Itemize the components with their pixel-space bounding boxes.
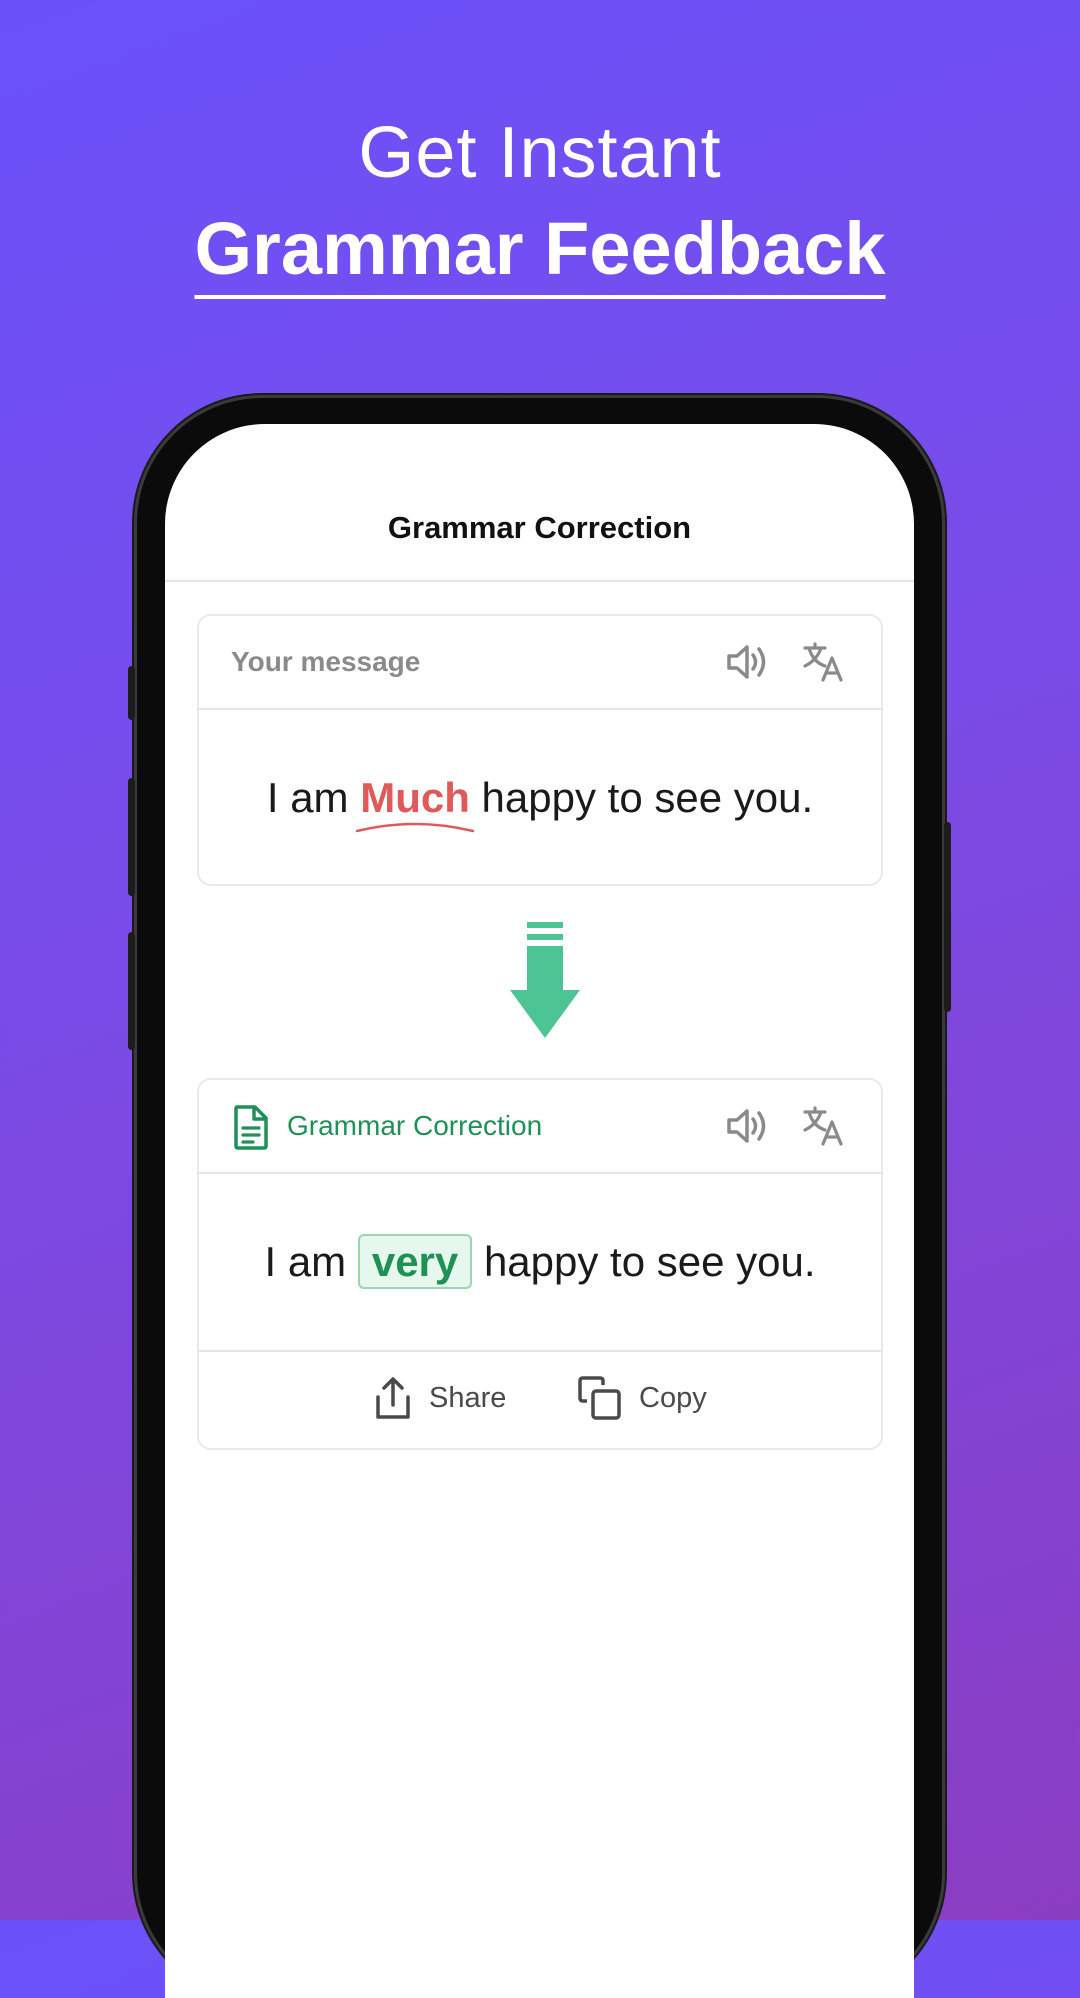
output-sentence-end: happy to see you. (483, 1238, 816, 1285)
phone-side-button (128, 666, 135, 720)
input-card-label: Your message (231, 646, 421, 677)
error-underline (355, 822, 475, 833)
corrected-word[interactable]: very (357, 1234, 473, 1289)
speaker-icon[interactable] (725, 640, 771, 684)
translate-icon[interactable] (801, 1104, 847, 1148)
screen-title: Grammar Correction (387, 510, 692, 545)
share-icon (376, 1377, 410, 1419)
input-sentence-start: I am (266, 774, 349, 821)
input-card: Your message I am Much happy to see you. (197, 614, 883, 886)
output-card: Grammar Correction I am very happy to se… (197, 1078, 883, 1450)
share-label: Share (429, 1381, 507, 1414)
headline-line1: Get Instant (358, 113, 722, 193)
phone-volume-up-button (128, 778, 135, 896)
copy-label: Copy (639, 1381, 707, 1414)
translate-icon[interactable] (801, 640, 847, 684)
error-word[interactable]: Much (355, 774, 475, 833)
output-card-header: Grammar Correction (199, 1080, 881, 1174)
output-sentence-start: I am (264, 1238, 347, 1285)
output-actions: Share Copy (199, 1350, 881, 1444)
output-card-label: Grammar Correction (287, 1110, 543, 1141)
app-screen: Grammar Correction Your message I am Muc… (165, 424, 914, 1998)
phone-frame: Grammar Correction Your message I am Muc… (128, 398, 951, 1998)
document-icon (234, 1105, 268, 1150)
copy-button[interactable]: Copy (577, 1374, 707, 1422)
input-card-header: Your message (199, 616, 881, 710)
input-sentence: I am Much happy to see you. (199, 710, 881, 833)
error-word-text: Much (360, 774, 470, 821)
down-arrow-icon (510, 922, 580, 1038)
headline-line2: Grammar Feedback (194, 206, 886, 299)
output-sentence: I am very happy to see you. (199, 1174, 881, 1350)
copy-icon (578, 1376, 621, 1420)
input-sentence-end: happy to see you. (481, 774, 814, 821)
title-divider (165, 580, 914, 582)
phone-power-button (944, 822, 951, 1012)
phone-volume-down-button (128, 932, 135, 1050)
speaker-icon[interactable] (725, 1104, 771, 1148)
share-button[interactable]: Share (373, 1374, 506, 1422)
